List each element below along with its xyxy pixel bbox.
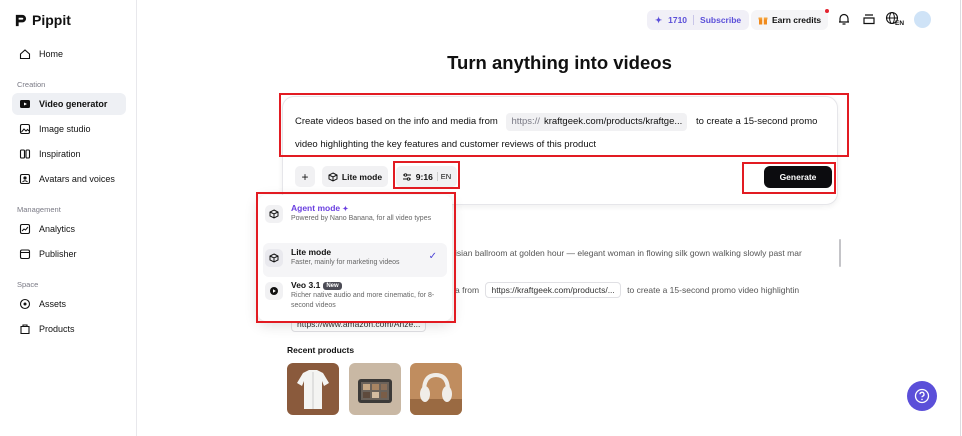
add-media-button[interactable]: + (295, 166, 315, 187)
app-logo[interactable]: Pippit (14, 12, 71, 28)
queue-icon[interactable] (862, 12, 876, 26)
question-icon (914, 388, 930, 404)
example-prompt-text: to create a 15-second promo video highli… (627, 285, 800, 295)
calendar-icon (19, 249, 31, 260)
sidebar-item-label: Analytics (39, 224, 76, 234)
products-icon (20, 324, 30, 335)
sidebar-item-label: Home (39, 49, 64, 59)
annotation-box-prompt (279, 93, 849, 157)
recent-products-title: Recent products (287, 345, 355, 355)
sidebar-item-video-generator[interactable]: Video generator (12, 93, 126, 115)
bell-icon[interactable] (837, 12, 851, 26)
language-code: EN (895, 20, 905, 27)
example-url-chip: https://kraftgeek.com/products/... (485, 282, 621, 298)
divider (693, 15, 695, 25)
avatar-icon (19, 173, 31, 185)
earn-credits-label: Earn credits (772, 15, 822, 25)
sidebar-section-creation: Creation (17, 80, 46, 89)
sidebar-item-label: Video generator (39, 99, 108, 109)
sidebar-section-management: Management (17, 205, 61, 214)
cube-icon (328, 171, 338, 182)
sidebar-item-analytics[interactable]: Analytics (12, 218, 126, 240)
sparkle-icon: ✦ (655, 14, 663, 25)
credits-bar[interactable]: ✦ 1710 Subscribe (647, 10, 750, 30)
sidebar-item-products[interactable]: Products (12, 318, 126, 340)
product-thumbnail-headphones[interactable] (410, 363, 462, 415)
plus-icon: + (301, 169, 309, 184)
sidebar-item-label: Image studio (39, 124, 91, 134)
annotation-box-menu (256, 192, 456, 323)
sidebar-item-assets[interactable]: Assets (12, 293, 126, 315)
gift-icon (758, 17, 768, 25)
home-icon (19, 49, 31, 60)
sidebar-item-label: Publisher (39, 249, 77, 259)
video-generator-icon (20, 100, 30, 108)
example-prompt-row[interactable]: isian ballroom at golden hour — elegant … (455, 248, 832, 258)
sidebar-item-publisher[interactable]: Publisher (12, 243, 126, 265)
main-area: ✦ 1710 Subscribe Earn credits EN Turn an… (137, 0, 962, 436)
app-name: Pippit (32, 12, 71, 28)
inspiration-icon (19, 149, 31, 159)
sidebar-item-label: Avatars and voices (39, 174, 115, 184)
pippit-logo-icon (15, 14, 27, 26)
notification-dot (825, 9, 830, 13)
image-icon (19, 123, 31, 135)
analytics-icon (19, 223, 31, 235)
product-thumbnail-palette[interactable] (349, 363, 401, 415)
sidebar-item-avatars-and-voices[interactable]: Avatars and voices (12, 168, 126, 190)
annotation-box-ratio (393, 161, 460, 189)
language-selector[interactable]: EN (885, 11, 907, 29)
sidebar-item-label: Assets (39, 299, 67, 309)
product-thumbnail-shirt[interactable] (287, 363, 339, 415)
examples-scrollbar[interactable] (839, 239, 841, 267)
user-avatar[interactable] (914, 11, 931, 28)
subscribe-link[interactable]: Subscribe (700, 15, 741, 25)
mode-selector-button[interactable]: Lite mode (322, 166, 388, 187)
page-title: Turn anything into videos (447, 52, 672, 73)
sidebar: Pippit Home Creation Video generator Ima… (0, 0, 137, 436)
assets-icon (19, 298, 31, 310)
help-button[interactable] (907, 381, 937, 411)
example-prompt-row[interactable]: a from https://kraftgeek.com/products/..… (455, 282, 832, 298)
sidebar-item-home[interactable]: Home (12, 43, 126, 65)
sidebar-item-label: Products (39, 324, 75, 334)
sidebar-item-inspiration[interactable]: Inspiration (12, 143, 126, 165)
earn-credits-button[interactable]: Earn credits (751, 9, 830, 30)
window-edge (960, 0, 961, 436)
credits-count: 1710 (668, 15, 688, 25)
example-prompt-text: a from (455, 285, 480, 295)
annotation-box-generate (742, 162, 836, 194)
sidebar-item-label: Inspiration (39, 149, 81, 159)
sidebar-item-image-studio[interactable]: Image studio (12, 118, 126, 140)
sidebar-section-space: Space (17, 280, 39, 289)
mode-label: Lite mode (341, 171, 383, 182)
